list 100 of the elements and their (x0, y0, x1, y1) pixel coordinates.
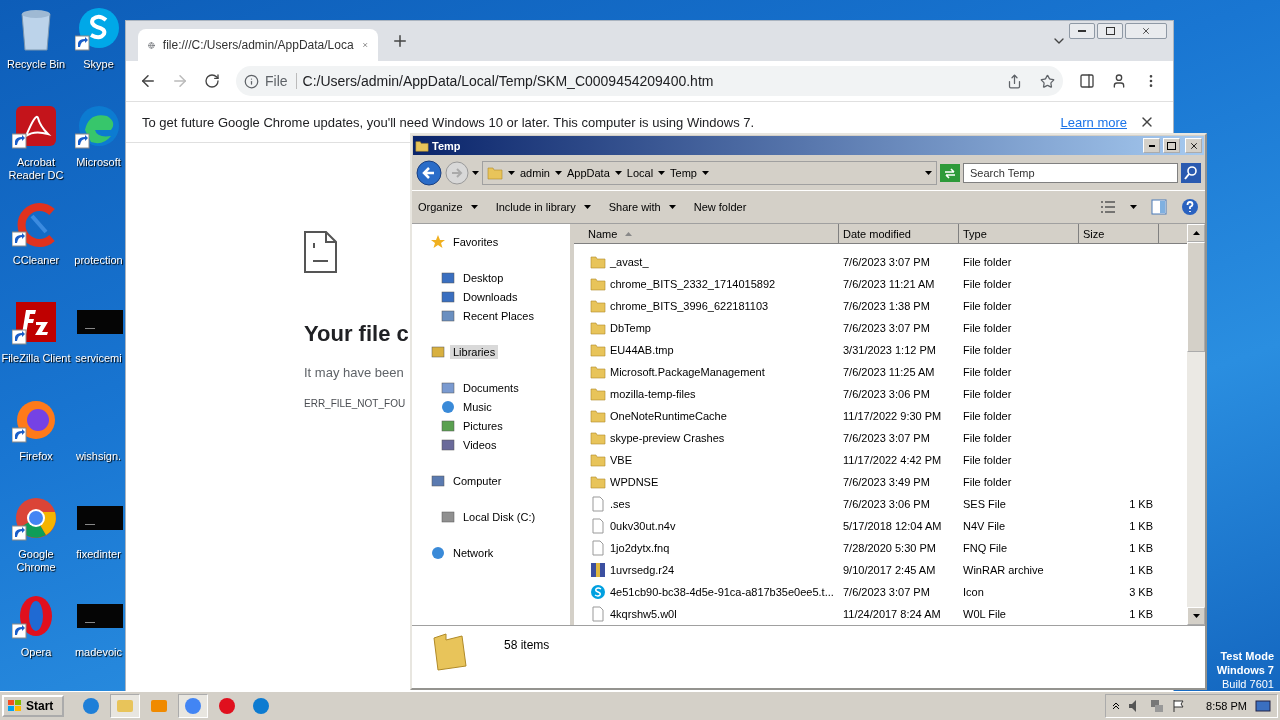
nav-item[interactable]: Computer (450, 473, 505, 488)
minimize-button[interactable] (1069, 23, 1095, 39)
file-name[interactable]: 1jo2dytx.fnq (574, 540, 839, 556)
address-bar[interactable]: admin AppData Local Temp (482, 161, 937, 185)
desktop-icon-label[interactable]: Recycle Bin (6, 58, 66, 71)
desktop-icon-label[interactable]: Acrobat Reader DC (1, 156, 71, 182)
desktop-icon-label[interactable]: wishsign. (75, 450, 122, 463)
column-header[interactable]: Type (959, 224, 1079, 243)
download-icon (440, 288, 456, 305)
view-list-icon[interactable] (1100, 200, 1116, 214)
file-name[interactable]: chrome_BITS_2332_1714015892 (574, 276, 839, 292)
nav-item[interactable]: Documents (460, 380, 522, 395)
date-cell-text: 7/6/2023 3:07 PM (842, 256, 931, 268)
nav-item[interactable]: Videos (460, 437, 500, 452)
date-cell-text: 11/24/2017 8:24 AM (842, 608, 942, 620)
nav-item[interactable]: Recent Places (460, 308, 537, 323)
refresh-button[interactable] (940, 164, 960, 182)
monitor-icon (440, 269, 456, 286)
chevron-up-icon[interactable] (1112, 702, 1121, 710)
toolbar-button[interactable]: New folder (693, 201, 747, 213)
archive-icon (590, 562, 606, 578)
opera-icon (218, 697, 236, 715)
toolbar-button[interactable]: Share with (608, 201, 676, 213)
scrollbar[interactable] (1187, 224, 1205, 625)
desktop-icon-label[interactable]: Firefox (19, 450, 53, 463)
caret-icon (658, 171, 666, 175)
breadcrumb-item[interactable]: admin (520, 167, 550, 179)
desktop-icon-label[interactable]: madevoic (74, 646, 123, 659)
column-header[interactable]: Size (1079, 224, 1159, 243)
windows-logo-icon (7, 699, 23, 713)
window-title: Temp (432, 139, 462, 152)
file-name[interactable]: OneNoteRuntimeCache (574, 408, 839, 424)
folder-icon (590, 474, 606, 490)
error-code: ERR_FILE_NOT_FOU (304, 398, 406, 409)
nav-item[interactable]: Pictures (460, 418, 506, 433)
nav-item[interactable]: Libraries (450, 344, 499, 359)
desktop-icon-label[interactable]: CCleaner (12, 254, 60, 267)
folder-icon (590, 386, 606, 402)
browser-tab[interactable]: file:///C:/Users/admin/AppData/Loca (138, 29, 378, 61)
nav-item[interactable]: Network (450, 545, 497, 560)
date-cell-text: 7/6/2023 3:07 PM (842, 432, 931, 444)
file-name[interactable]: chrome_BITS_3996_622181103 (574, 298, 839, 314)
file-name[interactable]: 4e51cb90-bc38-4d5e-91ca-a817b35e0ee5.t... (574, 584, 839, 600)
toolbar-button[interactable]: Organize (418, 201, 478, 213)
maximize-button[interactable] (1163, 138, 1180, 153)
share-icon (1007, 73, 1022, 89)
start-button[interactable]: Start (2, 695, 64, 717)
taskbar-app-button[interactable] (178, 694, 208, 718)
caret-icon (554, 171, 562, 175)
nav-item[interactable]: Desktop (460, 270, 507, 285)
toolbar-button[interactable]: Include in library (495, 201, 591, 213)
column-header[interactable]: Name (574, 224, 839, 243)
search-button[interactable] (1181, 163, 1201, 183)
type-cell-text: File folder (962, 256, 1013, 268)
file-name[interactable]: VBE (574, 452, 839, 468)
nav-item[interactable]: Local Disk (C:) (460, 509, 539, 524)
show-desktop-icon[interactable] (1255, 699, 1271, 713)
address-bar[interactable]: File C:/Users/admin/AppData/Local/Temp/SKM_C0009454209400.htm (236, 66, 1063, 96)
nav-item[interactable]: Downloads (460, 289, 521, 304)
file-name[interactable]: mozilla-temp-files (574, 386, 839, 402)
desktop-icon-label[interactable]: Skype (83, 58, 114, 71)
file-name[interactable]: .ses (574, 496, 839, 512)
desktop-icon-label[interactable]: fixedinter (76, 548, 121, 561)
file-icon (590, 606, 606, 622)
column-header[interactable]: Date modified (839, 224, 959, 243)
restore-button[interactable] (1097, 23, 1123, 39)
file-name[interactable]: EU44AB.tmp (574, 342, 839, 358)
date-cell-text: 7/6/2023 11:21 AM (842, 278, 936, 290)
caret-icon (470, 205, 478, 209)
file-name[interactable]: WPDNSE (574, 474, 839, 490)
desktop-icon-label[interactable]: Opera (20, 646, 52, 659)
help-icon[interactable] (1181, 198, 1199, 216)
desktop-icon-label[interactable]: servicemi (75, 352, 122, 365)
file-name[interactable]: 1uvrsedg.r24 (574, 562, 839, 578)
file-name[interactable]: _avast_ (574, 254, 839, 270)
file-name[interactable]: DbTemp (574, 320, 839, 336)
file-name[interactable]: 0ukv30ut.n4v (574, 518, 839, 534)
date-cell-text: 9/10/2017 2:45 AM (842, 564, 937, 576)
clock[interactable]: 8:58 PM (1206, 700, 1247, 712)
type-cell-text: FNQ File (962, 542, 1008, 554)
network-icon[interactable] (1150, 699, 1165, 713)
desktop-icon-label[interactable]: FileZilla Client (1, 352, 71, 365)
nav-item[interactable]: Music (460, 399, 495, 414)
desktop-icon-label[interactable]: Microsoft (76, 156, 121, 169)
search-field[interactable]: Search Temp (963, 163, 1178, 183)
type-cell-text: File folder (962, 300, 1013, 312)
desktop-icon-label[interactable]: protection (74, 254, 123, 267)
breadcrumb-item[interactable]: Temp (670, 167, 697, 179)
file-name[interactable]: 4kqrshw5.w0l (574, 606, 839, 622)
learn-more-link[interactable]: Learn more (1060, 114, 1127, 130)
nav-item[interactable]: Favorites (450, 234, 502, 249)
breadcrumb-item[interactable]: AppData (566, 167, 610, 179)
desktop-icon-label[interactable]: Google Chrome (1, 548, 71, 574)
restore-icon (1105, 27, 1115, 35)
breadcrumb-item[interactable]: Local (626, 167, 654, 179)
back-button[interactable] (416, 160, 442, 186)
flag-icon[interactable] (1172, 699, 1187, 713)
file-name[interactable]: Microsoft.PackageManagement (574, 364, 839, 380)
size-cell-text: 1 KB (1128, 542, 1154, 554)
file-name[interactable]: skype-preview Crashes (574, 430, 839, 446)
